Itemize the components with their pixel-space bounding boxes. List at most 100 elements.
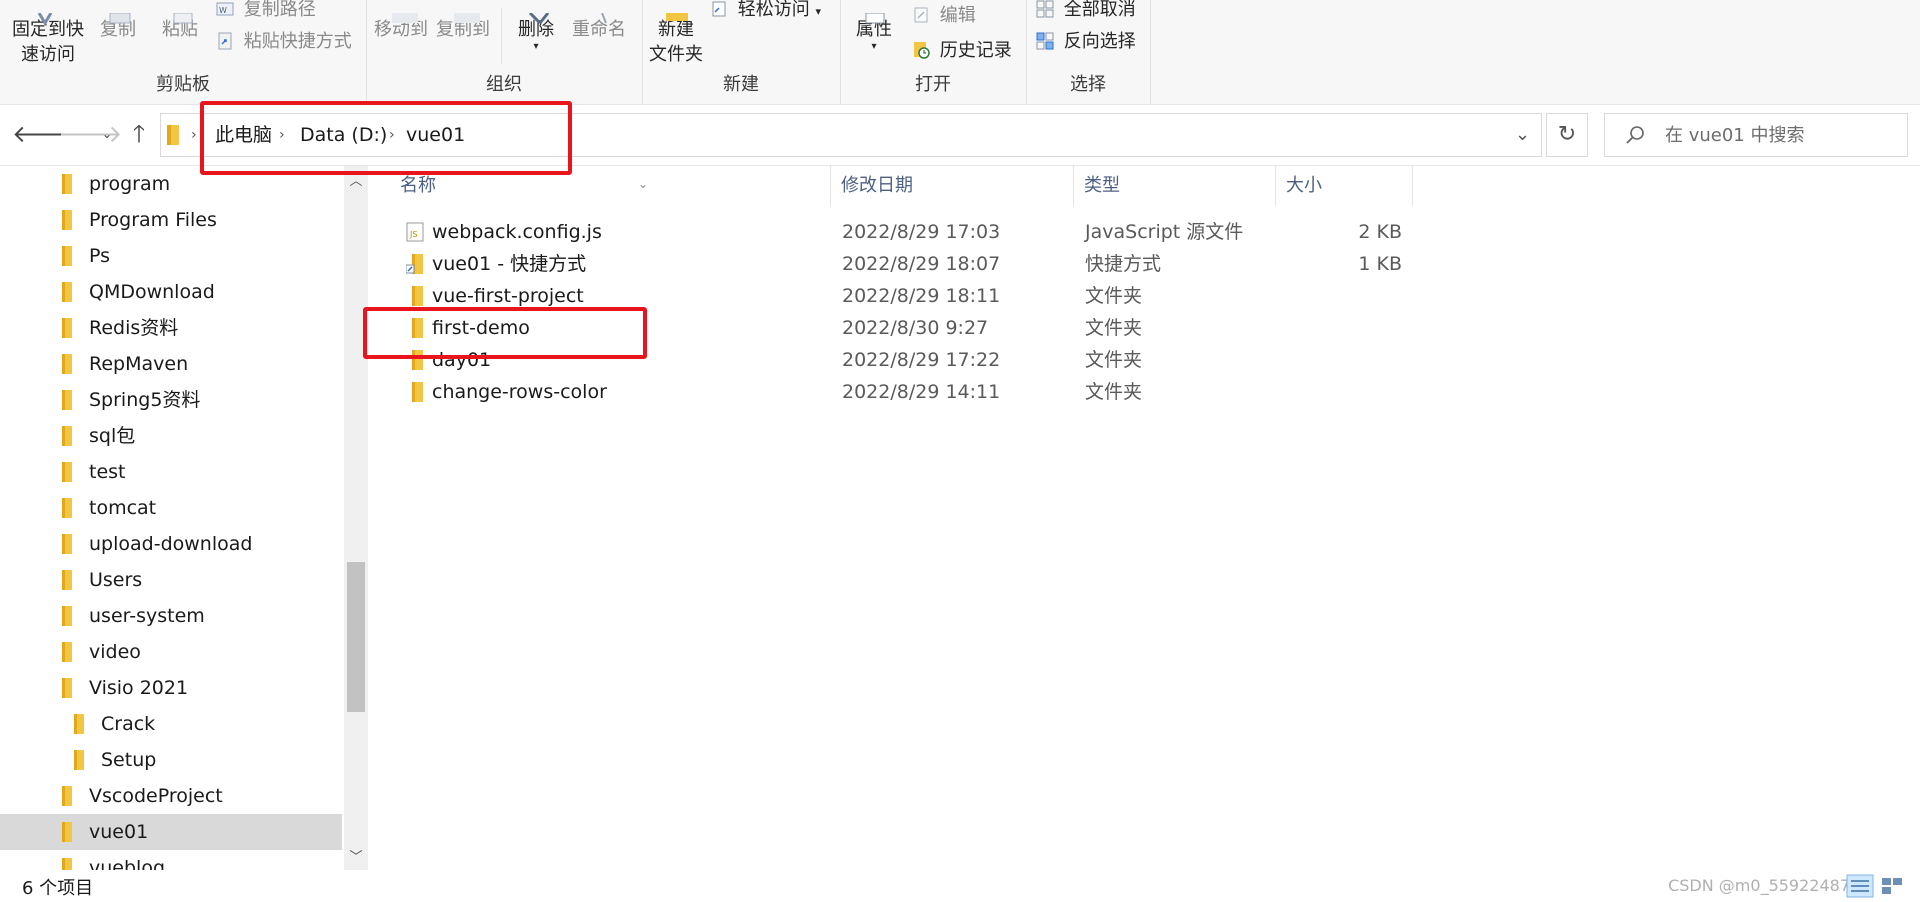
delete-dropdown-icon: ▾ <box>533 41 539 52</box>
back-button[interactable]: 🡐 <box>12 119 76 149</box>
up-button[interactable]: 🡑 <box>124 119 154 149</box>
file-modified-date: 2022/8/30 9:27 <box>842 317 989 339</box>
breadcrumb-data-d[interactable]: Data (D:) <box>300 114 387 156</box>
nav-tree-item[interactable]: Users <box>0 562 342 598</box>
file-row[interactable]: change-rows-color 2022/8/29 14:11 文件夹 <box>398 376 1778 408</box>
folder-icon <box>62 786 72 806</box>
file-row[interactable]: JS webpack.config.js 2022/8/29 17:03 JavaSc… <box>398 216 1778 248</box>
recent-locations-button[interactable]: ⌄ <box>96 119 118 149</box>
column-header-name[interactable]: 名称 ⌄ <box>390 166 831 206</box>
nav-tree-item[interactable]: upload-download <box>0 526 342 562</box>
rename-button[interactable]: 重命名 <box>572 13 626 42</box>
nav-tree-item[interactable]: QMDownload <box>0 274 342 310</box>
search-box[interactable] <box>1604 113 1908 157</box>
nav-tree-item-label: tomcat <box>89 497 157 519</box>
folder-icon <box>74 714 84 734</box>
edit-icon <box>914 7 928 23</box>
new-folder-label-line2: 文件夹 <box>649 44 703 65</box>
paste-shortcut-button[interactable]: 粘贴快捷方式 <box>216 29 352 54</box>
file-row[interactable]: vue01 - 快捷方式 2022/8/29 18:07 快捷方式 1 KB <box>398 248 1778 280</box>
scroll-up-icon[interactable]: ︿ <box>344 170 368 189</box>
address-dropdown-icon[interactable]: ⌄ <box>1515 114 1530 156</box>
nav-tree-item-label: Crack <box>101 713 156 735</box>
folder-icon <box>62 606 72 626</box>
nav-tree-item[interactable]: Setup <box>0 742 342 778</box>
copy-button[interactable]: 复制 <box>100 13 136 42</box>
forward-button[interactable]: 🡒 <box>58 119 122 149</box>
invert-selection-button[interactable]: 反向选择 <box>1036 29 1136 54</box>
nav-tree-item[interactable]: tomcat <box>0 490 342 526</box>
properties-button[interactable]: 属性 ▾ <box>856 13 892 52</box>
large-icons-view-icon[interactable] <box>1878 874 1906 898</box>
copy-path-button[interactable]: W 复制路径 <box>216 0 316 22</box>
copy-icon <box>109 13 131 24</box>
file-size: 1 KB <box>1358 253 1402 275</box>
ribbon-group-clipboard: 固定到快 速访问 复制 粘贴 W 复制路径 粘贴快捷方式 剪贴板 <box>0 0 367 104</box>
file-row[interactable]: first-demo 2022/8/30 9:27 文件夹 <box>398 312 1778 344</box>
scroll-down-icon[interactable]: ﹀ <box>344 846 368 865</box>
column-header-modified[interactable]: 修改日期 <box>831 166 1074 206</box>
copy-to-button[interactable]: 复制到 <box>436 13 490 42</box>
nav-tree-item-label: upload-download <box>89 533 253 555</box>
move-to-button[interactable]: 移动到 <box>374 13 428 42</box>
nav-tree-item[interactable]: Spring5资料 <box>0 382 342 418</box>
details-view-icon[interactable] <box>1846 874 1874 898</box>
new-folder-button[interactable]: 新建 文件夹 <box>648 13 704 67</box>
folder-icon <box>62 678 72 698</box>
nav-tree-item[interactable]: Redis资料 <box>0 310 342 346</box>
folder-icon <box>62 282 72 302</box>
edit-label: 编辑 <box>939 5 976 26</box>
nav-tree-item[interactable]: sql包 <box>0 418 342 454</box>
nav-tree-item[interactable]: Program Files <box>0 202 342 238</box>
history-button[interactable]: 历史记录 <box>912 38 1012 63</box>
nav-tree-item-label: vueblog <box>89 857 165 870</box>
search-input[interactable] <box>1663 120 1899 150</box>
breadcrumb-this-pc[interactable]: 此电脑 <box>215 114 272 156</box>
file-name: vue-first-project <box>432 285 584 307</box>
folder-icon <box>62 534 72 554</box>
refresh-button[interactable]: ↻ <box>1546 113 1588 157</box>
nav-tree-item[interactable]: vue01 <box>0 814 342 850</box>
nav-tree-item-label: Users <box>89 569 143 591</box>
nav-tree-item[interactable]: Ps <box>0 238 342 274</box>
nav-tree-item[interactable]: RepMaven <box>0 346 342 382</box>
nav-tree-item[interactable]: VscodeProject <box>0 778 342 814</box>
nav-tree-item[interactable]: Visio 2021 <box>0 670 342 706</box>
select-none-button[interactable]: 全部取消 <box>1036 0 1136 22</box>
address-box[interactable]: › 此电脑 › Data (D:) › vue01 ⌄ <box>160 113 1542 157</box>
pin-quick-access-button[interactable]: 固定到快 速访问 <box>10 13 86 67</box>
column-name-label: 名称 <box>400 175 436 196</box>
easy-access-button[interactable]: 轻松访问 ▾ <box>710 0 821 24</box>
nav-tree-item[interactable]: test <box>0 454 342 490</box>
nav-tree-item[interactable]: video <box>0 634 342 670</box>
file-name: vue01 - 快捷方式 <box>432 253 587 275</box>
breadcrumb-vue01[interactable]: vue01 <box>406 114 465 156</box>
move-to-icon <box>392 13 418 23</box>
scrollbar-thumb[interactable] <box>347 562 365 712</box>
nav-tree-item-label: VscodeProject <box>89 785 223 807</box>
paste-button[interactable]: 粘贴 <box>162 13 198 42</box>
column-header-size[interactable]: 大小 <box>1276 166 1413 206</box>
delete-x-icon <box>528 13 550 25</box>
new-folder-icon <box>666 13 688 21</box>
folder-icon <box>62 570 72 590</box>
column-header-type[interactable]: 类型 <box>1074 166 1276 206</box>
file-type: JavaScript 源文件 <box>1085 221 1244 243</box>
shortcut-folder-icon <box>406 254 423 274</box>
breadcrumb-separator-icon[interactable]: › <box>389 114 395 156</box>
breadcrumb-separator-icon[interactable]: › <box>279 114 285 156</box>
nav-tree-item[interactable]: user-system <box>0 598 342 634</box>
folder-icon <box>412 318 423 338</box>
nav-tree-item-label: RepMaven <box>89 353 189 375</box>
delete-button[interactable]: 删除 ▾ <box>518 13 554 52</box>
file-row[interactable]: day01 2022/8/29 17:22 文件夹 <box>398 344 1778 376</box>
nav-tree-item-label: Visio 2021 <box>89 677 189 699</box>
breadcrumb-separator-icon: › <box>191 127 197 143</box>
nav-tree-item[interactable]: program <box>0 166 342 202</box>
nav-scrollbar[interactable]: ︿ ﹀ <box>344 166 368 870</box>
edit-button[interactable]: 编辑 <box>912 3 976 28</box>
nav-tree-item[interactable]: Crack <box>0 706 342 742</box>
nav-tree-item[interactable]: vueblog <box>0 850 342 870</box>
easy-access-icon <box>712 1 726 17</box>
file-row[interactable]: vue-first-project 2022/8/29 18:11 文件夹 <box>398 280 1778 312</box>
